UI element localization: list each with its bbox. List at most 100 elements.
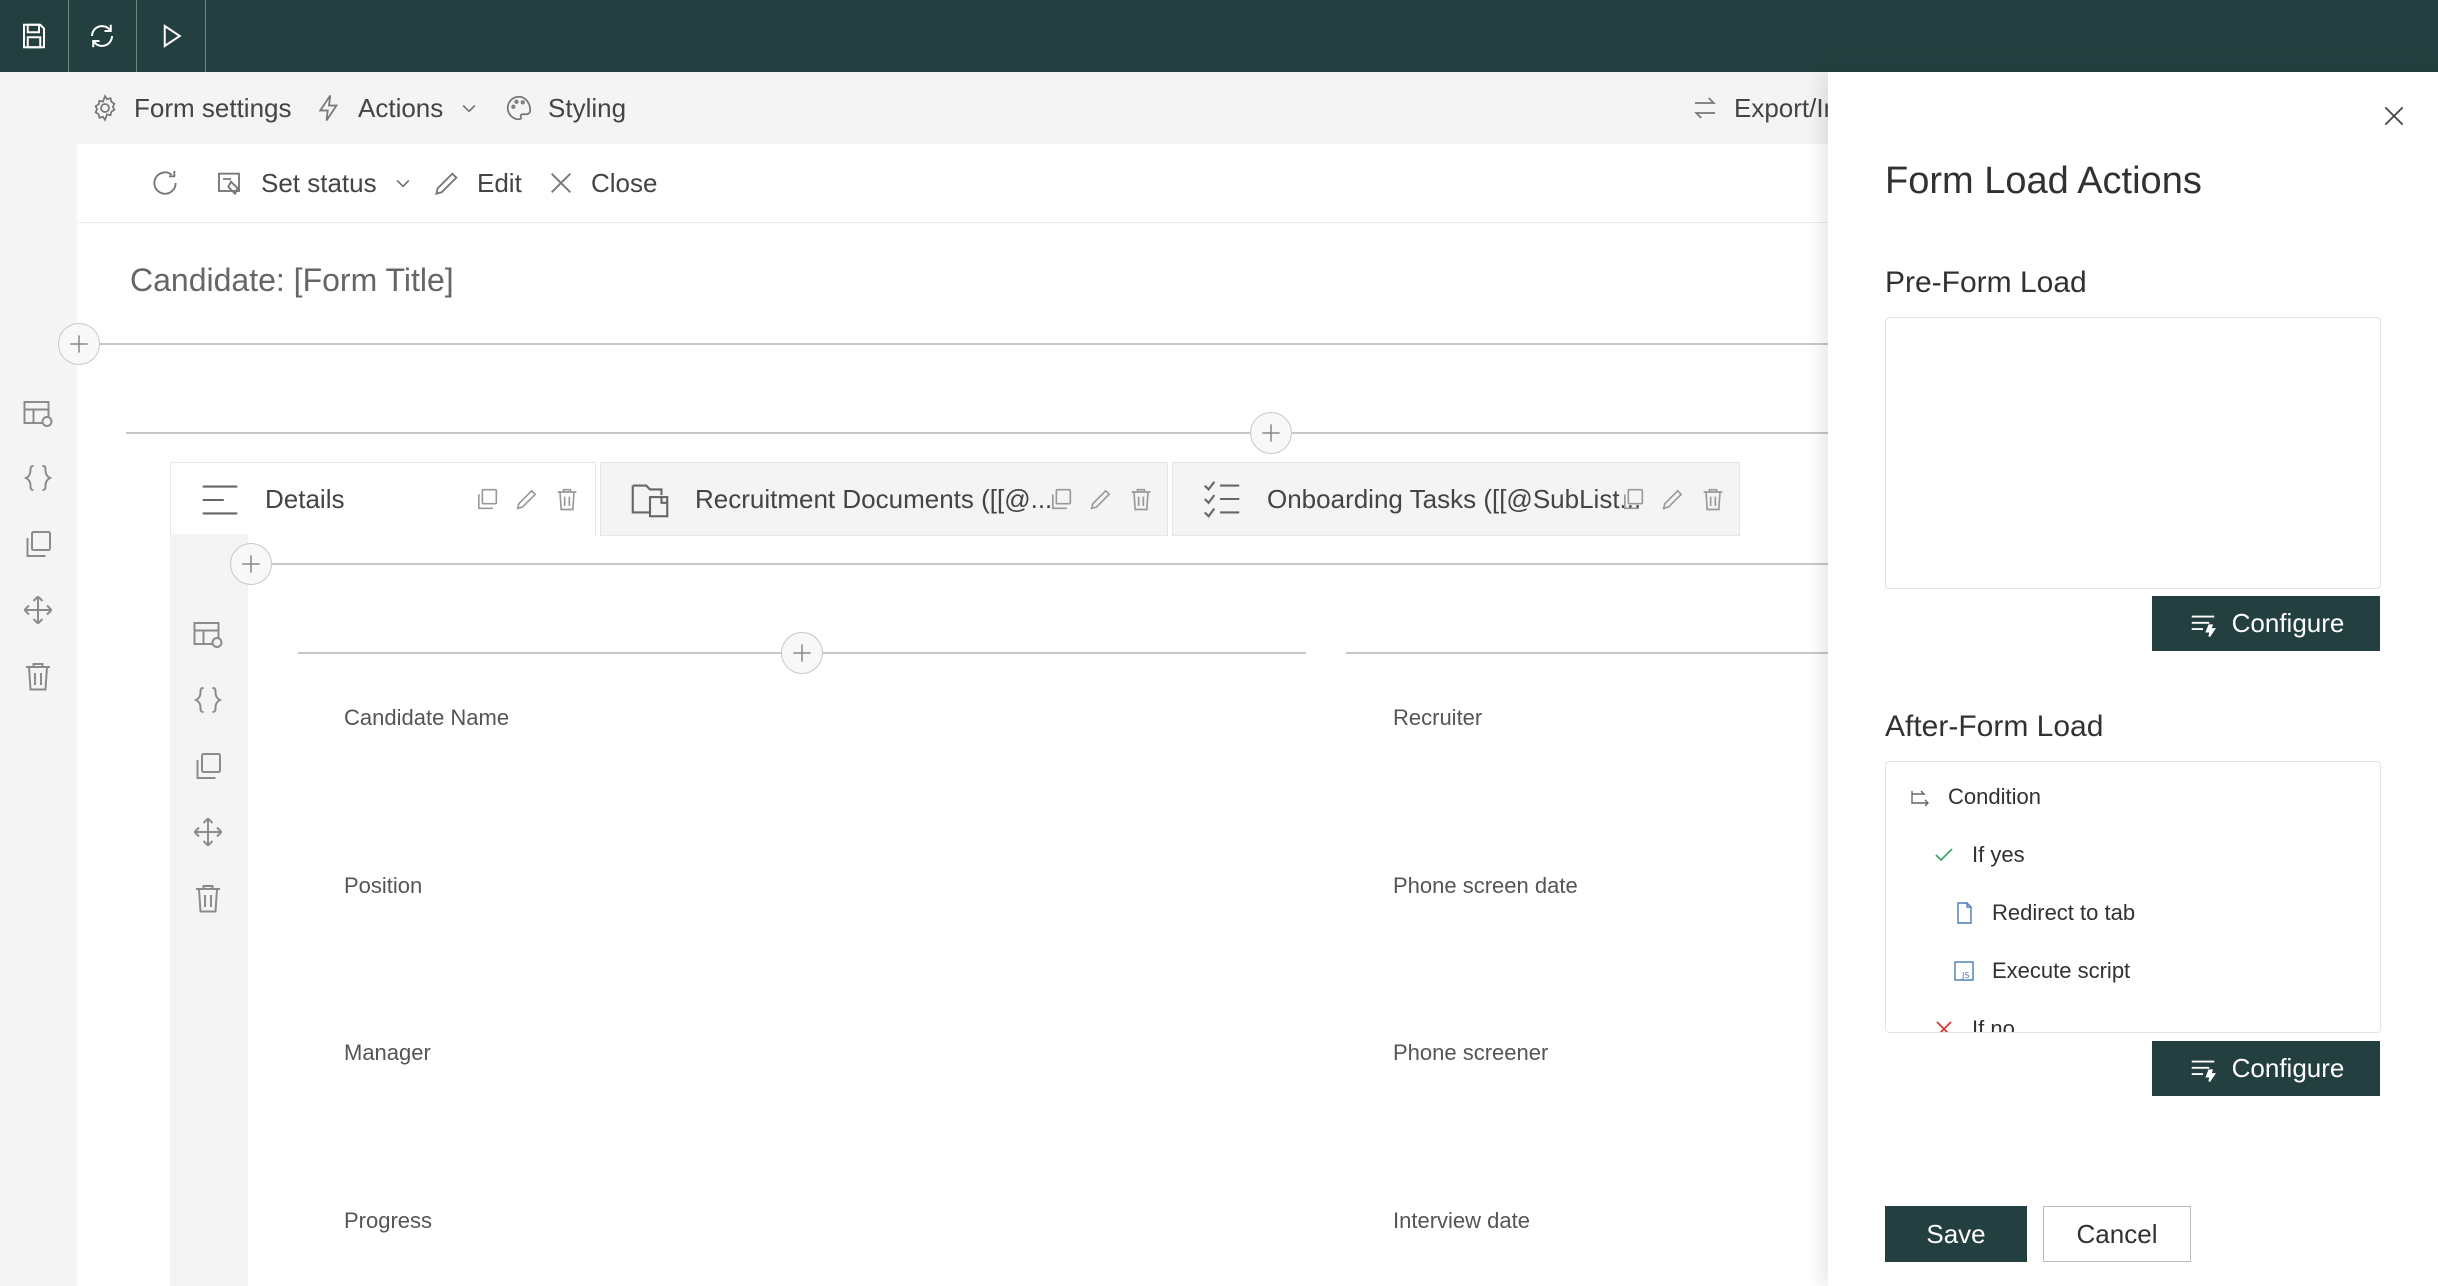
chevron-down-icon [462, 104, 476, 113]
field-label-phone-screen-date[interactable]: Phone screen date [1393, 873, 1578, 899]
pre-form-load-box [1885, 317, 2381, 589]
code-braces-icon[interactable] [20, 460, 56, 496]
field-label-position[interactable]: Position [344, 873, 422, 899]
javascript-file-icon: JS [1954, 961, 1974, 981]
save-icon[interactable] [0, 0, 69, 72]
tab-recruitment-documents[interactable]: Recruitment Documents ([[@... [600, 462, 1168, 536]
edit-button[interactable]: Edit [431, 144, 522, 222]
lines-icon [202, 485, 238, 514]
trash-icon[interactable] [1127, 485, 1155, 513]
command-bar: Form settings Actions Styling Export/Im [0, 72, 1845, 144]
code-braces-icon[interactable] [190, 682, 226, 718]
plus-icon [793, 644, 811, 662]
close-label: Close [591, 167, 658, 198]
save-button[interactable]: Save [1885, 1206, 2027, 1262]
actions-label: Actions [358, 92, 444, 123]
tab-label: Recruitment Documents ([[@... [695, 483, 1053, 514]
styling-label: Styling [548, 92, 627, 123]
copy-icon[interactable] [190, 748, 226, 784]
trash-icon[interactable] [1699, 485, 1727, 513]
layout-settings-icon[interactable] [190, 617, 226, 653]
form-settings-label: Form settings [134, 92, 292, 123]
divider [248, 563, 1828, 565]
play-icon[interactable] [137, 0, 206, 72]
swap-arrows-icon [1694, 97, 1716, 119]
refresh-icon [153, 171, 177, 195]
trash-icon[interactable] [190, 880, 226, 916]
tree-item-if-yes[interactable]: If yes [1932, 842, 2025, 868]
divider [100, 343, 1828, 345]
close-icon [2384, 106, 2404, 126]
tree-item-if-no[interactable]: If no [1932, 1016, 2015, 1033]
tree-item-label: Execute script [1992, 958, 2131, 983]
close-icon [551, 173, 571, 193]
divider [1346, 652, 1828, 654]
field-label-progress[interactable]: Progress [344, 1208, 432, 1234]
tab-label: Details [265, 484, 345, 514]
cancel-button[interactable]: Cancel [2043, 1206, 2191, 1262]
configure-label: Configure [2231, 608, 2345, 638]
pencil-icon [435, 172, 458, 195]
configure-pre-button[interactable]: Configure [2152, 596, 2380, 651]
move-icon[interactable] [20, 592, 56, 628]
chevron-down-icon [396, 179, 410, 188]
trash-icon[interactable] [20, 658, 56, 694]
divider [126, 432, 1828, 434]
configure-icon [2191, 1060, 2216, 1082]
tree-item-label: Condition [1948, 784, 2041, 809]
add-field-button[interactable] [781, 632, 823, 674]
pencil-icon[interactable] [1659, 485, 1687, 513]
field-label-manager[interactable]: Manager [344, 1040, 431, 1066]
plus-icon [242, 555, 260, 573]
tree-item-label: If no [1972, 1016, 2015, 1033]
pencil-icon[interactable] [1087, 485, 1115, 513]
copy-icon[interactable] [20, 526, 56, 562]
field-label-recruiter[interactable]: Recruiter [1393, 705, 1482, 731]
section-rail [170, 534, 248, 1286]
tree-item-redirect-to-tab[interactable]: Redirect to tab [1952, 900, 2135, 926]
top-bar [0, 0, 2438, 72]
cross-icon [1936, 1021, 1952, 1032]
styling-button[interactable]: Styling [504, 72, 626, 144]
refresh-icon[interactable] [68, 0, 137, 72]
panel-title: Form Load Actions [1885, 160, 2202, 202]
form-toolbar: Set status Edit Close [77, 144, 1828, 223]
after-form-load-title: After-Form Load [1885, 710, 2104, 743]
checklist-icon [1204, 481, 1240, 518]
tab-onboarding-tasks[interactable]: Onboarding Tasks ([[@SubList... [1172, 462, 1740, 536]
close-form-button[interactable]: Close [545, 144, 657, 222]
tree-item-execute-script[interactable]: JS Execute script [1952, 958, 2130, 984]
add-section-button[interactable] [1250, 412, 1292, 454]
svg-text:JS: JS [1961, 971, 1969, 980]
tab-details[interactable]: Details [170, 462, 596, 536]
close-panel-button[interactable] [2374, 96, 2414, 136]
form-settings-button[interactable]: Form settings [90, 72, 292, 144]
set-status-button[interactable]: Set status [215, 144, 413, 222]
copy-icon[interactable] [1619, 485, 1647, 513]
tree-item-condition[interactable]: Condition [1908, 784, 2041, 810]
field-label-phone-screener[interactable]: Phone screener [1393, 1040, 1548, 1066]
refresh-form-button[interactable] [149, 144, 195, 222]
layout-settings-icon[interactable] [20, 396, 56, 432]
field-label-candidate-name[interactable]: Candidate Name [344, 705, 509, 731]
move-icon[interactable] [190, 814, 226, 850]
pencil-icon[interactable] [513, 485, 541, 513]
plus-icon [1262, 424, 1280, 442]
add-row-button[interactable] [58, 323, 100, 365]
add-row-button[interactable] [230, 543, 272, 585]
palette-icon [506, 95, 532, 121]
export-import-button[interactable]: Export/Im [1690, 72, 1845, 144]
tree-item-label: If yes [1972, 842, 2025, 867]
configure-after-button[interactable]: Configure [2152, 1041, 2380, 1096]
field-label-interview-date[interactable]: Interview date [1393, 1208, 1530, 1234]
copy-icon[interactable] [1047, 485, 1075, 513]
form-load-actions-panel: Form Load Actions Pre-Form Load Configur… [1828, 72, 2438, 1286]
after-form-load-box: Condition If yes Redirect to tab JS Exec… [1885, 761, 2381, 1033]
tab-label: Onboarding Tasks ([[@SubList... [1267, 483, 1642, 514]
left-gutter [0, 144, 77, 1286]
trash-icon[interactable] [553, 485, 581, 513]
page-icon [1957, 902, 1972, 924]
actions-button[interactable]: Actions [314, 72, 479, 144]
edit-label: Edit [477, 167, 522, 198]
copy-icon[interactable] [473, 485, 501, 513]
